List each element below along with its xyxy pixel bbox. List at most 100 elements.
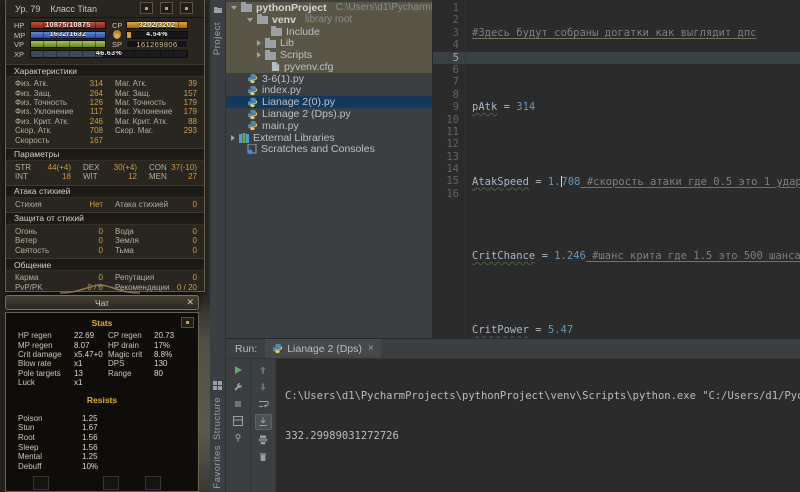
weight-bar: 4.54% [126, 31, 188, 39]
chat-title-bar[interactable]: Чат ✕ [5, 295, 199, 310]
print-icon[interactable] [256, 433, 271, 447]
python-file-icon [272, 343, 283, 354]
section-header-parameters: Параметры [6, 148, 204, 161]
python-file-icon [247, 73, 258, 84]
code-line-3: pAtk = 314 [472, 101, 800, 113]
chat-window[interactable]: Чат ✕ Stats HP regen22.69CP regen20.73 M… [5, 295, 199, 492]
xp-label: XP [14, 50, 24, 59]
stat-row: Карма0Репутация0 [6, 273, 204, 282]
stat-row: Скор. Атк.708Скор. Маг.293 [6, 126, 204, 135]
tree-item-main-py[interactable]: main.py [226, 120, 432, 132]
chevron-down-icon[interactable] [231, 6, 237, 10]
stat-row: Физ. Точность126Маг. Точность179 [6, 98, 204, 107]
close-icon[interactable]: ✕ [186, 297, 194, 308]
stat-row: INT18WIT12MEN27 [6, 172, 204, 181]
tree-item-venv[interactable]: venv library root [226, 14, 432, 26]
run-panel: Run: Lianage 2 (Dps) × [226, 338, 800, 492]
tree-item-include[interactable]: Include [226, 26, 432, 38]
panel-button-3[interactable] [180, 2, 193, 14]
resists-header: Resists [6, 395, 198, 405]
chat-body: Stats HP regen22.69CP regen20.73 MP rege… [5, 312, 199, 492]
clear-trash-icon[interactable] [256, 450, 271, 464]
tree-item-scripts[interactable]: Scripts [226, 49, 432, 61]
config-file-icon [271, 61, 280, 72]
console-output-value: 332.29989031272726 [285, 430, 800, 443]
restore-layout-icon[interactable] [231, 414, 246, 428]
stats-header: Stats [6, 318, 198, 328]
panel-button-1[interactable] [140, 2, 153, 14]
run-toolbar-left [226, 359, 250, 492]
folder-icon [265, 40, 276, 48]
settings-wrench-icon[interactable] [231, 380, 246, 394]
code-area[interactable]: #Здесь будут собраны догатки как выгляди… [466, 0, 800, 338]
stat-row: Святость0Тьма0 [6, 246, 204, 255]
chevron-right-icon[interactable] [257, 52, 261, 58]
down-stack-icon[interactable] [256, 380, 271, 394]
vp-label: VP [14, 40, 24, 49]
chevron-right-icon[interactable] [257, 40, 261, 46]
python-file-icon [247, 109, 258, 120]
stat-row: Физ. Атк.314Маг. Атк.39 [6, 79, 204, 88]
up-stack-icon[interactable] [256, 363, 271, 377]
chat-stat-row: HP regen22.69CP regen20.73 [6, 331, 198, 340]
run-console[interactable]: C:\Users\d1\PycharmProjects\pythonProjec… [275, 359, 800, 492]
stat-row: STR44(+4)DEX30(+4)CON37(-10) [6, 163, 204, 172]
stat-row: Физ. Уклонение117Маг. Уклонение179 [6, 107, 204, 116]
soft-wrap-icon[interactable] [256, 397, 271, 411]
scratches-icon [247, 144, 257, 154]
weight-coin-icon [113, 30, 121, 39]
vp-bar [30, 40, 106, 48]
chat-tool-icon[interactable] [103, 476, 119, 490]
tree-item-lianage-2-dps-py[interactable]: Lianage 2 (Dps).py [226, 108, 432, 120]
python-file-icon [247, 120, 258, 131]
stat-row: Огонь0Вода0 [6, 227, 204, 236]
stat-row: СтихияНетАтака стихией0 [6, 200, 204, 209]
vitals-bars: HP 10875/10875 CP 3202/3202 MP 1632/1632… [6, 21, 204, 61]
xp-bar: 46.63% [30, 50, 188, 58]
tree-item-lib[interactable]: Lib [226, 37, 432, 49]
stop-icon[interactable] [231, 397, 246, 411]
tree-item-lianage-2-0-py[interactable]: Lianage 2(0).py [226, 96, 432, 108]
close-tab-icon[interactable]: × [368, 343, 374, 354]
section-header-element-defense: Защита от стихий [6, 212, 204, 225]
python-file-icon [247, 97, 258, 108]
chevron-right-icon[interactable] [231, 135, 235, 141]
tool-button-structure[interactable]: Structure [212, 397, 223, 440]
sp-label: SP [112, 40, 122, 49]
ide-window: Project Structure Favorites pythonProjec… [210, 0, 800, 492]
tool-button-project[interactable]: Project [212, 22, 223, 55]
cp-label: CP [112, 21, 122, 30]
class-label: Класс Titan [50, 4, 97, 14]
screen: Project Structure Favorites pythonProjec… [0, 0, 800, 492]
chevron-down-icon[interactable] [247, 18, 253, 22]
tree-item-index-py[interactable]: index.py [226, 85, 432, 97]
scroll-to-end-icon[interactable] [255, 414, 272, 430]
tree-item-external-libraries[interactable]: External Libraries [226, 132, 432, 144]
run-tab[interactable]: Lianage 2 (Dps) × [265, 339, 381, 358]
panel-button-2[interactable] [160, 2, 173, 14]
sp-value-field: 161269806 [126, 40, 188, 48]
resist-row: Sleep1.56 [6, 442, 198, 452]
ide-main: pythonProject C:\Users\d1\PycharmProject… [226, 0, 800, 492]
resist-row: Poison1.25 [6, 413, 198, 423]
tree-item-3-6-1-py[interactable]: 3-6(1).py [226, 73, 432, 85]
tool-button-favorites[interactable]: Favorites [212, 445, 223, 489]
pin-icon[interactable] [231, 431, 246, 445]
console-command-line: C:\Users\d1\PycharmProjects\pythonProjec… [285, 390, 800, 403]
rerun-icon[interactable] [231, 363, 246, 377]
stripe-top: Project [210, 3, 225, 55]
tree-item-pythonproject[interactable]: pythonProject C:\Users\d1\PycharmProject… [226, 2, 432, 14]
chat-tool-icon[interactable] [145, 476, 161, 490]
tree-item-scratches[interactable]: Scratches and Consoles [226, 144, 432, 156]
tool-window-stripe: Project Structure Favorites [210, 0, 226, 492]
character-status-window[interactable]: Ур. 79 Класс Titan HP 10875/10875 CP 320… [5, 0, 205, 292]
grid-icon[interactable] [210, 378, 225, 392]
tree-item-pyvenv-cfg[interactable]: pyvenv.cfg [226, 61, 432, 73]
code-editor[interactable]: 1 2 3 4 5 6 7 8 9 10 11 12 13 14 [433, 0, 800, 338]
run-body: C:\Users\d1\PycharmProjects\pythonProjec… [226, 359, 800, 492]
folder-icon [265, 52, 276, 60]
chat-tool-icon[interactable] [33, 476, 49, 490]
chat-stat-row: Crit damagex5.47+0Magic crit8.8% [6, 350, 198, 359]
stat-row: Физ. Крит. Атк.246Маг. Крит. Атк.88 [6, 117, 204, 126]
chat-expand-button[interactable] [181, 317, 194, 328]
